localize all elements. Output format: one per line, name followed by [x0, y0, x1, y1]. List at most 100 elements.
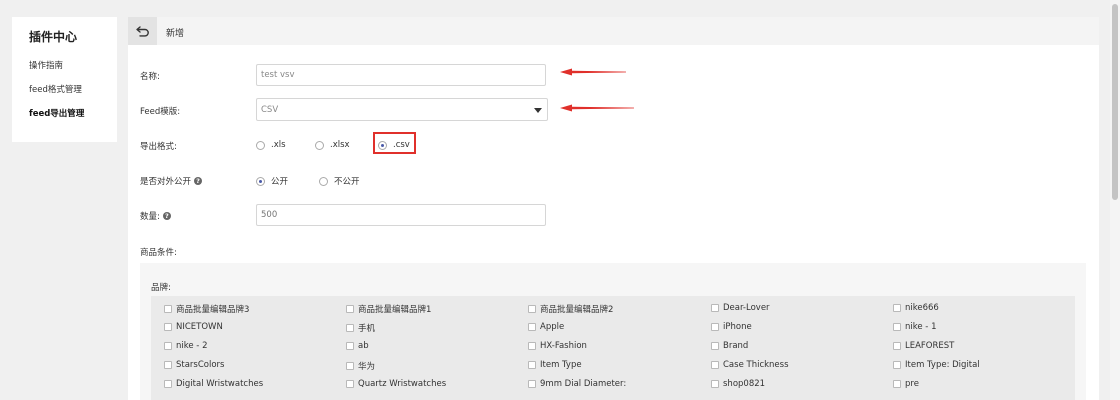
brand-checkbox-label: 9mm Dial Diameter: [540, 379, 627, 389]
brand-checkbox-label: Dear-Lover [723, 303, 770, 313]
brand-checkbox-item[interactable]: HX-Fashion [528, 341, 587, 351]
checkbox[interactable] [893, 304, 901, 312]
checkbox[interactable] [893, 342, 901, 350]
brand-checkbox-item[interactable]: iPhone [711, 322, 752, 332]
chevron-down-icon [534, 108, 542, 113]
format-option-label: .xls [271, 140, 286, 150]
checkbox[interactable] [893, 380, 901, 388]
radio-button[interactable] [319, 176, 328, 186]
checkbox[interactable] [528, 380, 536, 388]
help-icon[interactable]: ? [162, 212, 171, 220]
brand-checkbox-label: Case Thickness [723, 360, 789, 370]
brand-checkbox-label: shop0821 [723, 379, 766, 389]
brand-checkbox-item[interactable]: 商品批量编辑品牌3 [164, 303, 249, 315]
checkbox[interactable] [528, 305, 536, 313]
format-option-xls[interactable]: .xls [256, 140, 286, 150]
brand-checkbox-item[interactable]: 华为 [346, 360, 375, 372]
brand-checkbox-label: Item Type [540, 360, 582, 370]
brand-checkbox-label: Brand [723, 341, 749, 351]
brand-checkbox-item[interactable]: Digital Wristwatches [164, 379, 263, 389]
brand-checkbox-item[interactable]: Brand [711, 341, 748, 351]
checkbox[interactable] [346, 305, 354, 313]
format-label: 导出格式: [140, 140, 177, 152]
checkbox[interactable] [893, 361, 901, 369]
scrollbar[interactable] [1110, 0, 1120, 400]
sidebar-item-guide[interactable]: 操作指南 [29, 59, 63, 71]
brand-checkbox-label: iPhone [723, 322, 752, 332]
help-icon[interactable]: ? [194, 177, 203, 185]
brand-checkbox-item[interactable]: 商品批量编辑品牌2 [528, 303, 613, 315]
brand-checkbox-label: Apple [540, 322, 565, 332]
brand-checkbox-item[interactable]: ab [346, 341, 369, 351]
checkbox[interactable] [346, 324, 354, 332]
checkbox[interactable] [711, 342, 719, 350]
sidebar-item-feed-export[interactable]: feed导出管理 [29, 107, 84, 119]
brand-checkbox-label: LEAFOREST [905, 341, 955, 351]
brand-checkbox-item[interactable]: Item Type [528, 360, 582, 370]
quantity-label-text: 数量: [140, 212, 160, 222]
checkbox[interactable] [164, 361, 172, 369]
brand-checkbox-item[interactable]: nike - 1 [893, 322, 936, 332]
brand-checkbox-label: 手机 [358, 324, 376, 334]
brand-checkbox-item[interactable]: StarsColors [164, 360, 224, 370]
radio-button[interactable] [315, 140, 324, 150]
brand-checkbox-item[interactable]: shop0821 [711, 379, 765, 389]
checkbox[interactable] [164, 380, 172, 388]
brand-checkbox-label: 商品批量编辑品牌3 [176, 305, 250, 315]
template-select[interactable]: CSV [256, 98, 548, 121]
checkbox[interactable] [164, 342, 172, 350]
brand-checkbox-item[interactable]: nike666 [893, 303, 939, 313]
checkbox[interactable] [893, 323, 901, 331]
checkbox[interactable] [711, 304, 719, 312]
brand-checkbox-item[interactable]: Quartz Wristwatches [346, 379, 446, 389]
annotation-highlight-box [373, 132, 416, 154]
checkbox[interactable] [528, 323, 536, 331]
brand-checkbox-item[interactable]: nike - 2 [164, 341, 207, 351]
checkbox[interactable] [711, 361, 719, 369]
brand-checkbox-label: NICETOWN [176, 322, 223, 332]
checkbox[interactable] [711, 380, 719, 388]
checkbox[interactable] [164, 305, 172, 313]
checkbox[interactable] [164, 323, 172, 331]
public-option-yes[interactable]: 公开 [256, 175, 288, 187]
brand-checkbox-item[interactable]: Dear-Lover [711, 303, 770, 313]
checkbox[interactable] [346, 342, 354, 350]
checkbox[interactable] [528, 342, 536, 350]
sidebar: 插件中心 操作指南 feed格式管理 feed导出管理 [12, 17, 117, 142]
page-header: 新增 [128, 17, 1099, 45]
brand-checkbox-item[interactable]: pre [893, 379, 919, 389]
brand-checkbox-label: StarsColors [176, 360, 225, 370]
brand-checkbox-label: pre [905, 379, 919, 389]
template-select-value: CSV [261, 105, 279, 115]
radio-button-checked[interactable] [256, 176, 265, 186]
sidebar-item-feed-format[interactable]: feed格式管理 [29, 83, 82, 95]
checkbox[interactable] [711, 323, 719, 331]
brand-checkbox-item[interactable]: 商品批量编辑品牌1 [346, 303, 431, 315]
brand-checkbox-item[interactable]: Apple [528, 322, 564, 332]
public-option-label: 不公开 [334, 177, 360, 187]
quantity-input[interactable] [256, 204, 546, 226]
brand-checkbox-item[interactable]: Item Type: Digital [893, 360, 980, 370]
radio-button[interactable] [256, 140, 265, 150]
checkbox[interactable] [528, 361, 536, 369]
brand-checkbox-label: ab [358, 341, 369, 351]
annotation-arrow-icon [560, 68, 626, 76]
checkbox[interactable] [346, 362, 354, 370]
name-input[interactable] [256, 64, 546, 86]
format-option-xlsx[interactable]: .xlsx [315, 140, 350, 150]
brand-checkbox-item[interactable]: LEAFOREST [893, 341, 954, 351]
brand-checkbox-item[interactable]: 9mm Dial Diameter: [528, 379, 626, 389]
public-option-no[interactable]: 不公开 [319, 175, 360, 187]
brand-checkbox-item[interactable]: Case Thickness [711, 360, 789, 370]
conditions-label-text: 商品条件: [140, 248, 177, 258]
brand-checkbox-item[interactable]: 手机 [346, 322, 375, 334]
sidebar-title: 插件中心 [29, 30, 78, 44]
brand-checkbox-item[interactable]: NICETOWN [164, 322, 223, 332]
template-label-text: Feed模版: [140, 107, 181, 117]
format-option-label: .xlsx [330, 140, 350, 150]
annotation-arrow-icon [560, 104, 634, 112]
scrollbar-thumb[interactable] [1112, 4, 1118, 200]
back-button[interactable] [128, 17, 157, 45]
back-arrow-icon [135, 26, 149, 37]
checkbox[interactable] [346, 380, 354, 388]
